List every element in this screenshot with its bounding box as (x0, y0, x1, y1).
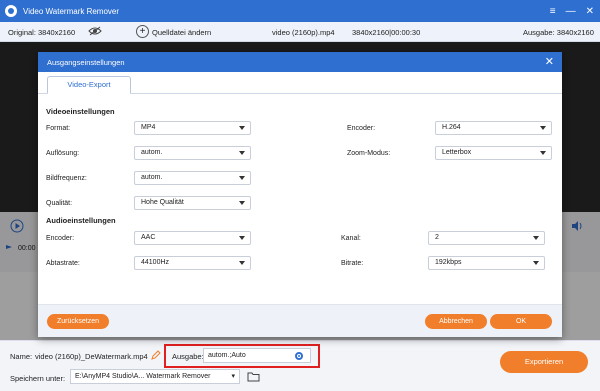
save-path-value: E:\AnyMP4 Studio\A... Watermark Remover (75, 373, 211, 380)
resolution-label: Auflösung: (46, 150, 80, 157)
eye-icon[interactable] (88, 26, 102, 36)
output-format-field[interactable]: autom.;Auto (203, 348, 311, 363)
window-controls: ≡ — ✕ (550, 0, 594, 22)
audio-settings-heading: Audioeinstellungen (46, 216, 116, 225)
reset-button[interactable]: Zurücksetzen (47, 314, 109, 329)
name-label: Name: (10, 352, 33, 361)
samplerate-label: Abtastrate: (46, 260, 80, 267)
encoder-label: Encoder: (347, 125, 376, 132)
output-format-value: autom.;Auto (208, 352, 246, 359)
dialog-title: Ausgangseinstellungen (47, 57, 125, 67)
zoom-mode-select[interactable]: Letterbox (435, 146, 552, 160)
output-settings-dialog: Ausgangseinstellungen ✕ Video-Export Vid… (38, 52, 562, 337)
resolution-select[interactable]: autom. (134, 146, 251, 160)
menu-icon[interactable]: ≡ (550, 6, 556, 17)
output-filename: video (2160p)_DeWatermark.mp4 (35, 352, 148, 361)
quality-label: Qualität: (46, 200, 73, 207)
framerate-label: Bildfrequenz: (46, 175, 87, 182)
dialog-title-bar: Ausgangseinstellungen ✕ (38, 52, 562, 72)
dialog-tabs: Video-Export (38, 72, 562, 94)
bitrate-label: Bitrate: (341, 260, 364, 267)
export-footer: Name: video (2160p)_DeWatermark.mp4 Ausg… (0, 340, 600, 391)
channel-select[interactable]: 2 (428, 231, 545, 245)
tab-video-export[interactable]: Video-Export (47, 76, 131, 94)
save-label: Speichern unter: (10, 374, 66, 383)
folder-icon[interactable] (247, 371, 260, 382)
audio-encoder-label: Encoder: (46, 235, 75, 242)
source-filename: video (2160p).mp4 (272, 28, 335, 37)
gear-icon[interactable] (294, 351, 304, 361)
chevron-down-icon: ▾ (231, 373, 235, 380)
samplerate-select[interactable]: 44100Hz (134, 256, 251, 270)
export-button[interactable]: Exportieren (500, 351, 588, 373)
app-logo-icon (5, 5, 17, 17)
change-source-icon[interactable]: + (136, 25, 149, 38)
encoder-select[interactable]: H.264 (435, 121, 552, 135)
save-path-select[interactable]: E:\AnyMP4 Studio\A... Watermark Remover … (70, 369, 240, 384)
framerate-select[interactable]: autom. (134, 171, 251, 185)
minimize-icon[interactable]: — (566, 6, 576, 17)
dialog-button-bar: Zurücksetzen Abbrechen OK (38, 304, 562, 337)
bitrate-select[interactable]: 192kbps (428, 256, 545, 270)
close-icon[interactable]: ✕ (545, 55, 554, 68)
format-select[interactable]: MP4 (134, 121, 251, 135)
app-title: Video Watermark Remover (23, 6, 120, 16)
edit-name-icon[interactable] (151, 350, 161, 360)
change-source-link[interactable]: Quelldatei ändern (152, 28, 211, 37)
source-info-bar: Original: 3840x2160 + Quelldatei ändern … (0, 22, 600, 42)
original-resolution: Original: 3840x2160 (8, 28, 76, 37)
video-settings-heading: Videoeinstellungen (46, 107, 115, 116)
audio-encoder-select[interactable]: AAC (134, 231, 251, 245)
ok-button[interactable]: OK (490, 314, 552, 329)
output-resolution: Ausgabe: 3840x2160 (523, 28, 594, 37)
cancel-button[interactable]: Abbrechen (425, 314, 487, 329)
channel-label: Kanal: (341, 235, 361, 242)
output-label: Ausgabe: (172, 352, 204, 361)
quality-select[interactable]: Hohe Qualität (134, 196, 251, 210)
zoom-mode-label: Zoom-Modus: (347, 150, 391, 157)
close-window-icon[interactable]: ✕ (586, 6, 594, 17)
source-meta: 3840x2160|00:00:30 (352, 28, 421, 37)
format-label: Format: (46, 125, 71, 132)
title-bar: Video Watermark Remover ≡ — ✕ (0, 0, 600, 22)
